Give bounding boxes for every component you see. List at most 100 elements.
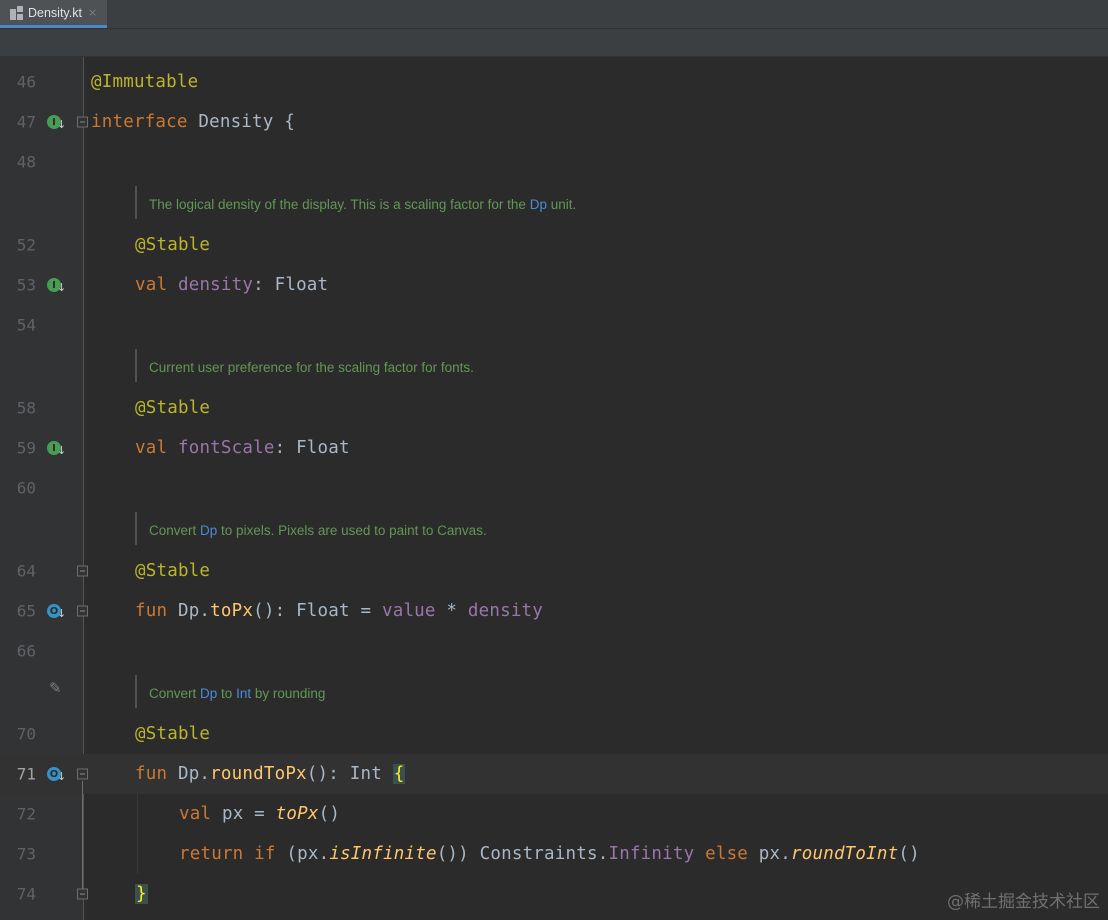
code-line[interactable]: 48 (0, 142, 1108, 182)
fold-marker-icon[interactable] (77, 605, 88, 617)
keyword: interface (91, 112, 188, 132)
doc-link[interactable]: Dp (200, 686, 217, 701)
keyword: if (243, 844, 276, 864)
arrow-down-icon: ↓ (57, 607, 67, 621)
line-number: 72 (16, 804, 36, 824)
code-text: fun Dp.toPx(): Float = value * density (135, 601, 543, 621)
code-line[interactable]: 65 O ↓ fun Dp.toPx(): Float = value * de… (0, 591, 1108, 631)
code-rest: Dp. (167, 601, 211, 621)
code-line[interactable]: 46 @Immutable (0, 62, 1108, 102)
line-number: 70 (16, 724, 36, 744)
keyword: fun (135, 601, 168, 621)
rendered-doc-comment[interactable]: The logical density of the display. This… (149, 197, 576, 212)
code-line[interactable]: 58 @Stable (0, 388, 1108, 428)
line-number: 54 (16, 315, 36, 335)
line-number: 52 (16, 235, 36, 255)
doc-text: to (217, 686, 237, 701)
doc-comment-bar (135, 186, 137, 219)
doc-link[interactable]: Int (236, 686, 251, 701)
arrow-down-icon: ↓ (57, 118, 67, 132)
code-line[interactable]: 66 (0, 631, 1108, 671)
rendered-doc-comment[interactable]: Convert Dp to Int by rounding (149, 686, 325, 701)
line-number: 71 (16, 764, 36, 784)
watermark: @稀土掘金技术社区 (947, 892, 1100, 912)
matched-brace: } (135, 884, 148, 904)
property-name: fontScale (177, 438, 275, 458)
fold-marker-icon[interactable] (77, 768, 88, 780)
code-line[interactable]: 70 @Stable (0, 714, 1108, 754)
fold-marker-icon[interactable] (77, 888, 88, 900)
code-line[interactable]: 54 (0, 305, 1108, 345)
doc-link[interactable]: Dp (200, 523, 217, 538)
doc-link[interactable]: Dp (530, 197, 547, 212)
keyword: fun (135, 764, 168, 784)
doc-comment-bar (135, 349, 137, 382)
function-call: isInfinite (329, 844, 437, 864)
code-rest: : Float (253, 275, 329, 295)
code-rest: ()) Constraints. (436, 844, 609, 864)
annotation-text: @Stable (135, 235, 211, 255)
code-line[interactable]: 60 (0, 468, 1108, 508)
code-line[interactable]: 74 } (0, 874, 1108, 914)
code-line-current[interactable]: 71 O ↓ fun Dp.roundToPx(): Int { (0, 754, 1108, 794)
function-name: roundToPx (210, 764, 307, 784)
code-line[interactable]: 72 val px = toPx() (0, 794, 1108, 834)
doc-text: The logical density of the display. This… (149, 197, 530, 212)
code-line[interactable]: 64 @Stable (0, 551, 1108, 591)
doc-text: Convert (149, 523, 201, 538)
annotation-text: @Immutable (91, 72, 199, 92)
code-rest: px = (211, 804, 276, 824)
property-name: Infinity (608, 844, 695, 864)
code-rest: : Float (274, 438, 350, 458)
rendered-doc-comment[interactable]: Current user preference for the scaling … (149, 360, 474, 375)
keyword: val (135, 275, 168, 295)
code-rest: px. (748, 844, 791, 864)
tab-close-icon[interactable]: × (88, 6, 97, 19)
doc-text: Convert (149, 686, 201, 701)
doc-comment-bar (135, 675, 137, 708)
code-text: } (135, 884, 148, 904)
tab-density-kt[interactable]: Density.kt × (0, 0, 107, 28)
line-number: 58 (16, 398, 36, 418)
code-line[interactable]: 47 I ↓ interface Density { (0, 102, 1108, 142)
navigation-bar (0, 29, 1108, 57)
arrow-down-icon: ↓ (57, 444, 67, 458)
keyword: val (179, 804, 212, 824)
annotation-text: @Stable (135, 561, 211, 581)
code-rest: Density { (187, 112, 295, 132)
arrow-down-icon: ↓ (57, 770, 67, 784)
doc-comment-bar (135, 512, 137, 545)
doc-text: unit. (546, 197, 577, 212)
code-text: val fontScale: Float (135, 438, 350, 458)
keyword: return (179, 844, 244, 864)
code-line[interactable]: 53 I ↓ val density: Float (0, 265, 1108, 305)
doc-text: by rounding (251, 686, 326, 701)
fold-marker-icon[interactable] (77, 565, 88, 577)
line-number: 48 (16, 152, 36, 172)
annotation-text: @Stable (135, 724, 211, 744)
annotation-text: @Stable (135, 398, 211, 418)
code-text: return if (px.isInfinite()) Constraints.… (179, 844, 920, 864)
code-text: fun Dp.roundToPx(): Int { (135, 764, 406, 784)
line-number: 73 (16, 844, 36, 864)
keyword: val (135, 438, 168, 458)
rendered-doc-comment[interactable]: Convert Dp to pixels. Pixels are used to… (149, 523, 487, 538)
line-number: 60 (16, 478, 36, 498)
code-rest: () (318, 804, 341, 824)
code-line[interactable]: 59 I ↓ val fontScale: Float (0, 428, 1108, 468)
kotlin-file-icon (10, 5, 23, 20)
operator: * (435, 601, 468, 621)
keyword: else (694, 844, 749, 864)
code-line[interactable]: 52 @Stable (0, 225, 1108, 265)
arrow-down-icon: ↓ (57, 281, 67, 295)
line-number: 65 (16, 601, 36, 621)
code-rest: Dp. (167, 764, 211, 784)
code-editor[interactable]: 46 @Immutable 47 I ↓ interface Density {… (0, 57, 1108, 920)
property-name: density (467, 601, 544, 621)
code-line[interactable]: 73 return if (px.isInfinite()) Constrain… (0, 834, 1108, 874)
property-name: density (177, 275, 254, 295)
code-rest: () (898, 844, 920, 864)
pencil-icon[interactable]: ✎ (49, 679, 62, 697)
line-number: 66 (16, 641, 36, 661)
fold-marker-icon[interactable] (77, 116, 88, 128)
